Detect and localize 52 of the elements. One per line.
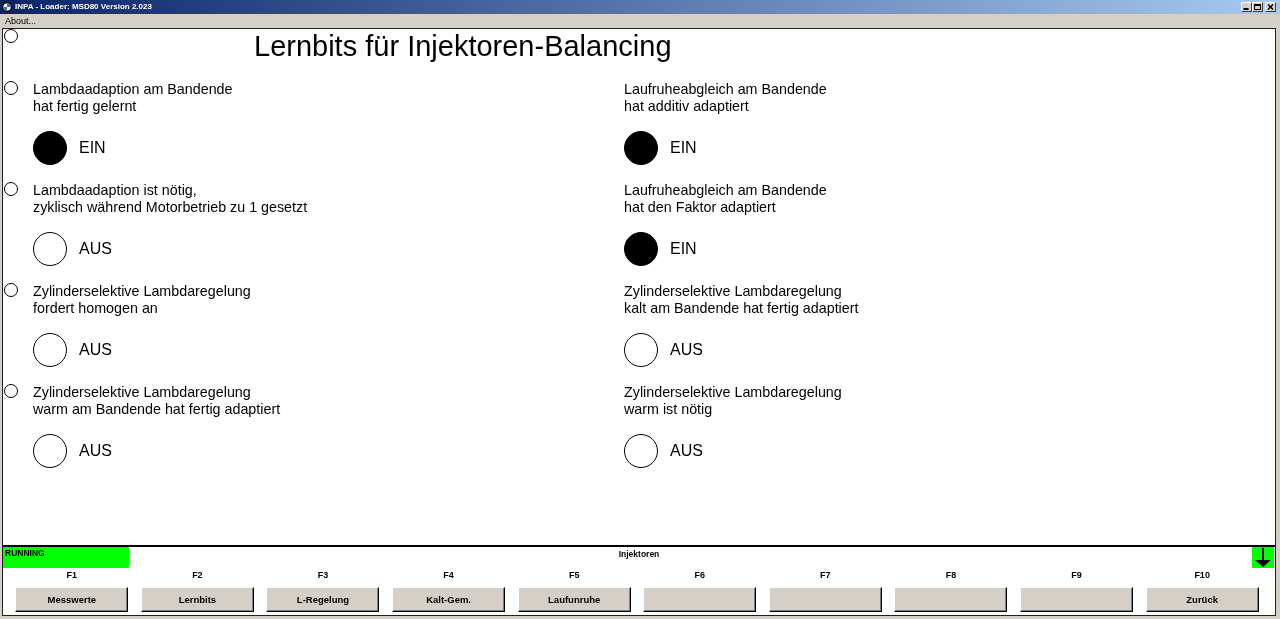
status-indicator: RUNNING	[3, 547, 129, 568]
function-key-label: F7	[820, 570, 831, 581]
function-button[interactable]	[643, 587, 757, 612]
function-key-label: F5	[568, 570, 580, 581]
function-key-label: F4	[443, 570, 454, 581]
function-button[interactable]	[894, 587, 1008, 612]
radio-button[interactable]	[4, 81, 18, 95]
state-text: AUS	[79, 341, 112, 359]
signal-label: Lambdaadaption am Bandende hat fertig gelernt	[33, 81, 234, 115]
signal-label: Zylinderselektive Lambdaregelung warm ist nötig	[624, 384, 843, 418]
signal-label: Zylinderselektive Lambdaregelung kalt am Bandende hat fertig adaptiert	[624, 283, 860, 317]
state-text: AUS	[670, 442, 703, 460]
function-button[interactable]: Lernbits	[140, 587, 254, 612]
radio-button[interactable]	[4, 182, 18, 196]
function-button[interactable]: Messwerte	[15, 587, 129, 612]
function-key-label: F1	[66, 570, 78, 581]
function-button[interactable]: Zurück	[1145, 587, 1259, 612]
app-icon	[1, 1, 13, 13]
maximize-icon	[1254, 4, 1261, 10]
minimize-button[interactable]	[1241, 2, 1252, 12]
signal-label: Lambdaadaption ist nötig, zyklisch während Motorbetrieb zu 1 gesetzt	[33, 182, 309, 216]
state-text: EIN	[670, 240, 697, 258]
state-text: EIN	[670, 139, 697, 157]
status-title: Injektoren	[618, 548, 660, 561]
function-button[interactable]	[1020, 587, 1134, 612]
signal-label: Laufruheabgleich am Bandende hat additiv adaptiert	[624, 81, 828, 115]
close-icon	[1267, 4, 1274, 10]
state-text: AUS	[79, 442, 112, 460]
menu-item[interactable]: About...	[4, 15, 38, 27]
page-title: Lernbits für Injektoren-Balancing	[254, 29, 672, 64]
state-text: AUS	[670, 341, 703, 359]
function-key-label: F3	[317, 570, 329, 581]
function-button[interactable]	[768, 587, 882, 612]
function-key-label: F9	[1071, 570, 1082, 581]
state-text: EIN	[79, 139, 106, 157]
radio-button[interactable]	[4, 283, 18, 297]
close-button[interactable]	[1265, 2, 1276, 12]
signal-label: Zylinderselektive Lambdaregelung warm am Bandende hat fertig adaptiert	[33, 384, 282, 418]
function-button[interactable]: L-Regelung	[266, 587, 380, 612]
function-key-label: F6	[694, 570, 705, 581]
state-text: AUS	[79, 240, 112, 258]
function-key-label: F10	[1194, 570, 1210, 581]
function-button[interactable]: Laufunruhe	[517, 587, 631, 612]
function-key-label: F8	[945, 570, 957, 581]
maximize-button[interactable]	[1252, 2, 1263, 12]
radio-button[interactable]	[4, 384, 18, 398]
signal-label: Zylinderselektive Lambdaregelung fordert homogen an	[33, 283, 252, 317]
radio-button[interactable]	[4, 29, 18, 43]
signal-label: Laufruheabgleich am Bandende hat den Faktor adaptiert	[624, 182, 828, 216]
function-button[interactable]: Kalt-Gem.	[392, 587, 506, 612]
window-title: INPA - Loader: MSD80 Version 2.023	[15, 1, 152, 13]
function-key-label: F2	[192, 570, 203, 581]
